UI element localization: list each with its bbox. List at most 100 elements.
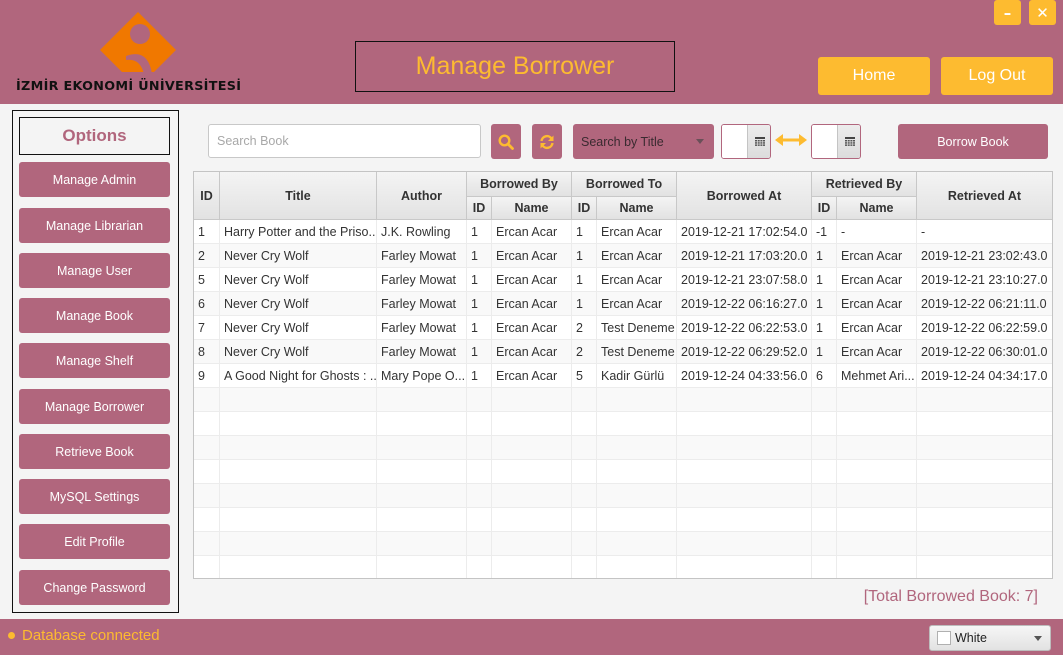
home-button[interactable]: Home	[818, 57, 930, 95]
cell-retrieved-by-name	[837, 556, 917, 578]
cell-retrieved-by-id: 1	[812, 268, 837, 292]
sidebar-item-manage-borrower[interactable]: Manage Borrower	[19, 389, 170, 424]
table-row[interactable]: 9A Good Night for Ghosts : ... Mary Pope …	[194, 364, 1052, 388]
cell-id: 2	[194, 244, 220, 268]
sidebar-item-manage-librarian[interactable]: Manage Librarian	[19, 208, 170, 243]
refresh-button[interactable]	[532, 124, 562, 159]
cell-borrowed-by-id	[467, 436, 492, 460]
minimize-button[interactable]: –	[994, 0, 1021, 25]
cell-retrieved-by-id: 1	[812, 244, 837, 268]
empty-table-row[interactable]	[194, 556, 1052, 578]
cell-borrowed-by-id: 1	[467, 340, 492, 364]
date-to-picker[interactable]	[811, 124, 861, 159]
cell-retrieved-by-id	[812, 508, 837, 532]
cell-title: Never Cry Wolf	[220, 316, 377, 340]
cell-borrowed-to-name	[597, 532, 677, 556]
cell-borrowed-to-id: 1	[572, 292, 597, 316]
cell-borrowed-to-id	[572, 532, 597, 556]
cell-retrieved-by-name	[837, 436, 917, 460]
cell-borrowed-to-id	[572, 412, 597, 436]
cell-retrieved-by-id	[812, 484, 837, 508]
column-header-borrowed-to-name[interactable]: Name	[597, 197, 677, 220]
sidebar-item-manage-user[interactable]: Manage User	[19, 253, 170, 288]
cell-author: Farley Mowat	[377, 340, 467, 364]
table-row[interactable]: 1 Harry Potter and the Priso... J.K. Rowli…	[194, 220, 1052, 244]
theme-dropdown[interactable]: White	[929, 625, 1051, 651]
sidebar-item-change-password[interactable]: Change Password	[19, 570, 170, 605]
column-header-retrieved-by-id[interactable]: ID	[812, 197, 837, 220]
date-from-input[interactable]	[722, 125, 747, 158]
column-header-borrowed-to-id[interactable]: ID	[572, 197, 597, 220]
cell-borrowed-by-name: Ercan Acar	[492, 364, 572, 388]
cell-retrieved-by-id	[812, 532, 837, 556]
connection-status-text: Database connected	[22, 627, 160, 644]
sidebar-item-mysql-settings[interactable]: MySQL Settings	[19, 479, 170, 514]
sidebar-item-manage-book[interactable]: Manage Book	[19, 298, 170, 333]
column-header-borrowed-by-name[interactable]: Name	[492, 197, 572, 220]
empty-table-row[interactable]	[194, 532, 1052, 556]
search-by-dropdown[interactable]: Search by Title	[573, 124, 714, 159]
cell-title: Never Cry Wolf	[220, 244, 377, 268]
date-from-calendar-button[interactable]	[747, 125, 770, 158]
cell-borrowed-at: 2019-12-21 23:07:58.0	[677, 268, 812, 292]
cell-retrieved-by-name: Ercan Acar	[837, 292, 917, 316]
search-by-selected: Search by Title	[581, 134, 664, 149]
cell-retrieved-by-id: 6	[812, 364, 837, 388]
cell-borrowed-by-name: Ercan Acar	[492, 268, 572, 292]
search-button[interactable]	[491, 124, 521, 159]
date-to-input[interactable]	[812, 125, 837, 158]
sidebar-item-edit-profile[interactable]: Edit Profile	[19, 524, 170, 559]
cell-retrieved-at: 2019-12-22 06:22:59.0	[917, 316, 1052, 340]
date-from-picker[interactable]	[721, 124, 771, 159]
cell-borrowed-to-name	[597, 484, 677, 508]
cell-borrowed-to-name: Test Deneme	[597, 316, 677, 340]
table-row[interactable]: 6 Never Cry Wolf Farley Mowat 1 Ercan Acar 1 E…	[194, 292, 1052, 316]
column-header-retrieved-at[interactable]: Retrieved At	[917, 172, 1052, 220]
close-button[interactable]: ✕	[1029, 0, 1056, 25]
cell-borrowed-by-name	[492, 460, 572, 484]
borrow-book-button[interactable]: Borrow Book	[898, 124, 1048, 159]
cell-author	[377, 484, 467, 508]
column-header-retrieved-by-name[interactable]: Name	[837, 197, 917, 220]
table-row[interactable]: 8 Never Cry Wolf Farley Mowat 1 Ercan Acar 2 T…	[194, 340, 1052, 364]
column-header-borrowed-at[interactable]: Borrowed At	[677, 172, 812, 220]
column-header-author[interactable]: Author	[377, 172, 467, 220]
cell-retrieved-at	[917, 556, 1052, 578]
cell-id: 5	[194, 268, 220, 292]
sidebar-item-retrieve-book[interactable]: Retrieve Book	[19, 434, 170, 469]
cell-retrieved-by-id: -1	[812, 220, 837, 244]
empty-table-row[interactable]	[194, 508, 1052, 532]
column-header-id[interactable]: ID	[194, 172, 220, 220]
status-dot-icon	[8, 632, 15, 639]
borrow-records-table: ID Title Author Borrowed By ID Name Borr…	[193, 171, 1053, 579]
column-group-borrowed-by: Borrowed By	[467, 172, 572, 197]
column-header-title[interactable]: Title	[220, 172, 377, 220]
calendar-icon	[844, 137, 855, 146]
date-to-calendar-button[interactable]	[837, 125, 860, 158]
empty-table-row[interactable]	[194, 436, 1052, 460]
search-icon	[498, 133, 514, 150]
empty-table-row[interactable]	[194, 484, 1052, 508]
cell-title	[220, 532, 377, 556]
empty-table-row[interactable]	[194, 388, 1052, 412]
sidebar-item-manage-shelf[interactable]: Manage Shelf	[19, 343, 170, 378]
column-header-borrowed-by-id[interactable]: ID	[467, 197, 492, 220]
cell-title	[220, 412, 377, 436]
cell-borrowed-to-id: 1	[572, 268, 597, 292]
cell-borrowed-by-name	[492, 556, 572, 578]
total-borrowed-count: [Total Borrowed Book: 7]	[863, 588, 1038, 605]
empty-table-row[interactable]	[194, 460, 1052, 484]
sidebar-item-manage-admin[interactable]: Manage Admin	[19, 162, 170, 197]
table-row[interactable]: 5 Never Cry Wolf Farley Mowat 1 Ercan Acar 1 E…	[194, 268, 1052, 292]
university-logo: İZMİR EKONOMİ ÜNİVERSİTESİ	[14, 10, 264, 98]
cell-title	[220, 484, 377, 508]
search-book-input[interactable]	[208, 124, 481, 158]
cell-author	[377, 508, 467, 532]
cell-borrowed-to-name	[597, 412, 677, 436]
table-row[interactable]: 7 Never Cry Wolf Farley Mowat 1 Ercan Acar 2 T…	[194, 316, 1052, 340]
logout-button[interactable]: Log Out	[941, 57, 1053, 95]
empty-table-row[interactable]	[194, 412, 1052, 436]
table-row[interactable]: 2 Never Cry Wolf Farley Mowat 1 Ercan Acar 1 E…	[194, 244, 1052, 268]
column-group-retrieved-by: Retrieved By	[812, 172, 917, 197]
cell-retrieved-at	[917, 436, 1052, 460]
